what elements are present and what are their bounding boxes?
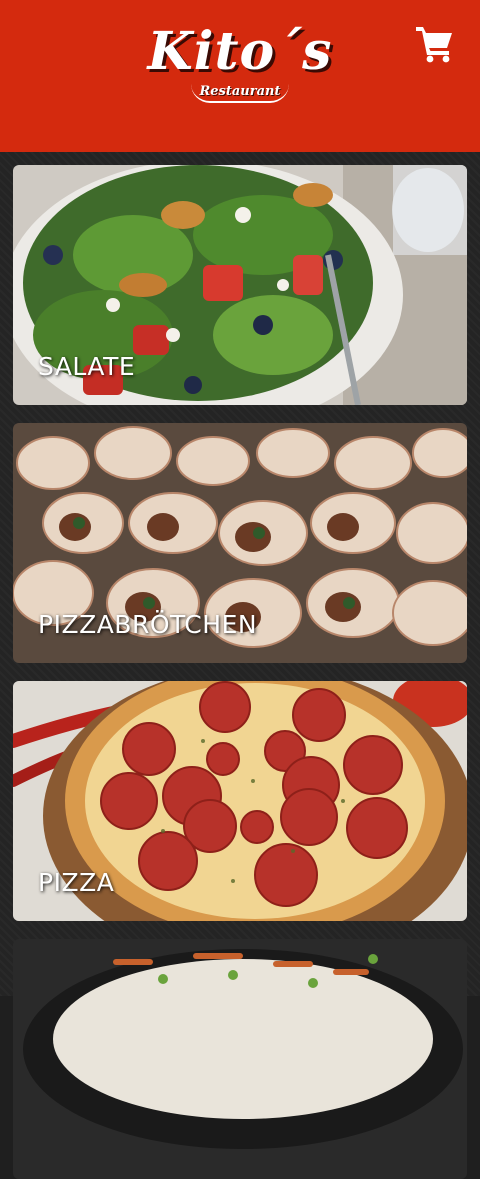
category-card-pizza[interactable]: PIZZA xyxy=(13,681,467,921)
dish-image xyxy=(13,939,467,1179)
logo-subtitle: Restaurant xyxy=(191,84,289,103)
app-header: Kito´s Restaurant xyxy=(0,0,480,152)
shopping-cart-icon[interactable] xyxy=(414,24,456,64)
restaurant-logo[interactable]: Kito´s Restaurant xyxy=(0,22,480,103)
logo-title: Kito´s xyxy=(147,21,333,82)
category-card-salate[interactable]: SALATE xyxy=(13,165,467,405)
category-list: SALATE PIZZABRÖTCHEN PIZZA xyxy=(0,152,480,1179)
category-label: PIZZABRÖTCHEN xyxy=(38,610,258,639)
category-card-pizzabroetchen[interactable]: PIZZABRÖTCHEN xyxy=(13,423,467,663)
category-card-4[interactable] xyxy=(13,939,467,1179)
category-label: SALATE xyxy=(38,352,136,381)
category-label: PIZZA xyxy=(38,868,115,897)
